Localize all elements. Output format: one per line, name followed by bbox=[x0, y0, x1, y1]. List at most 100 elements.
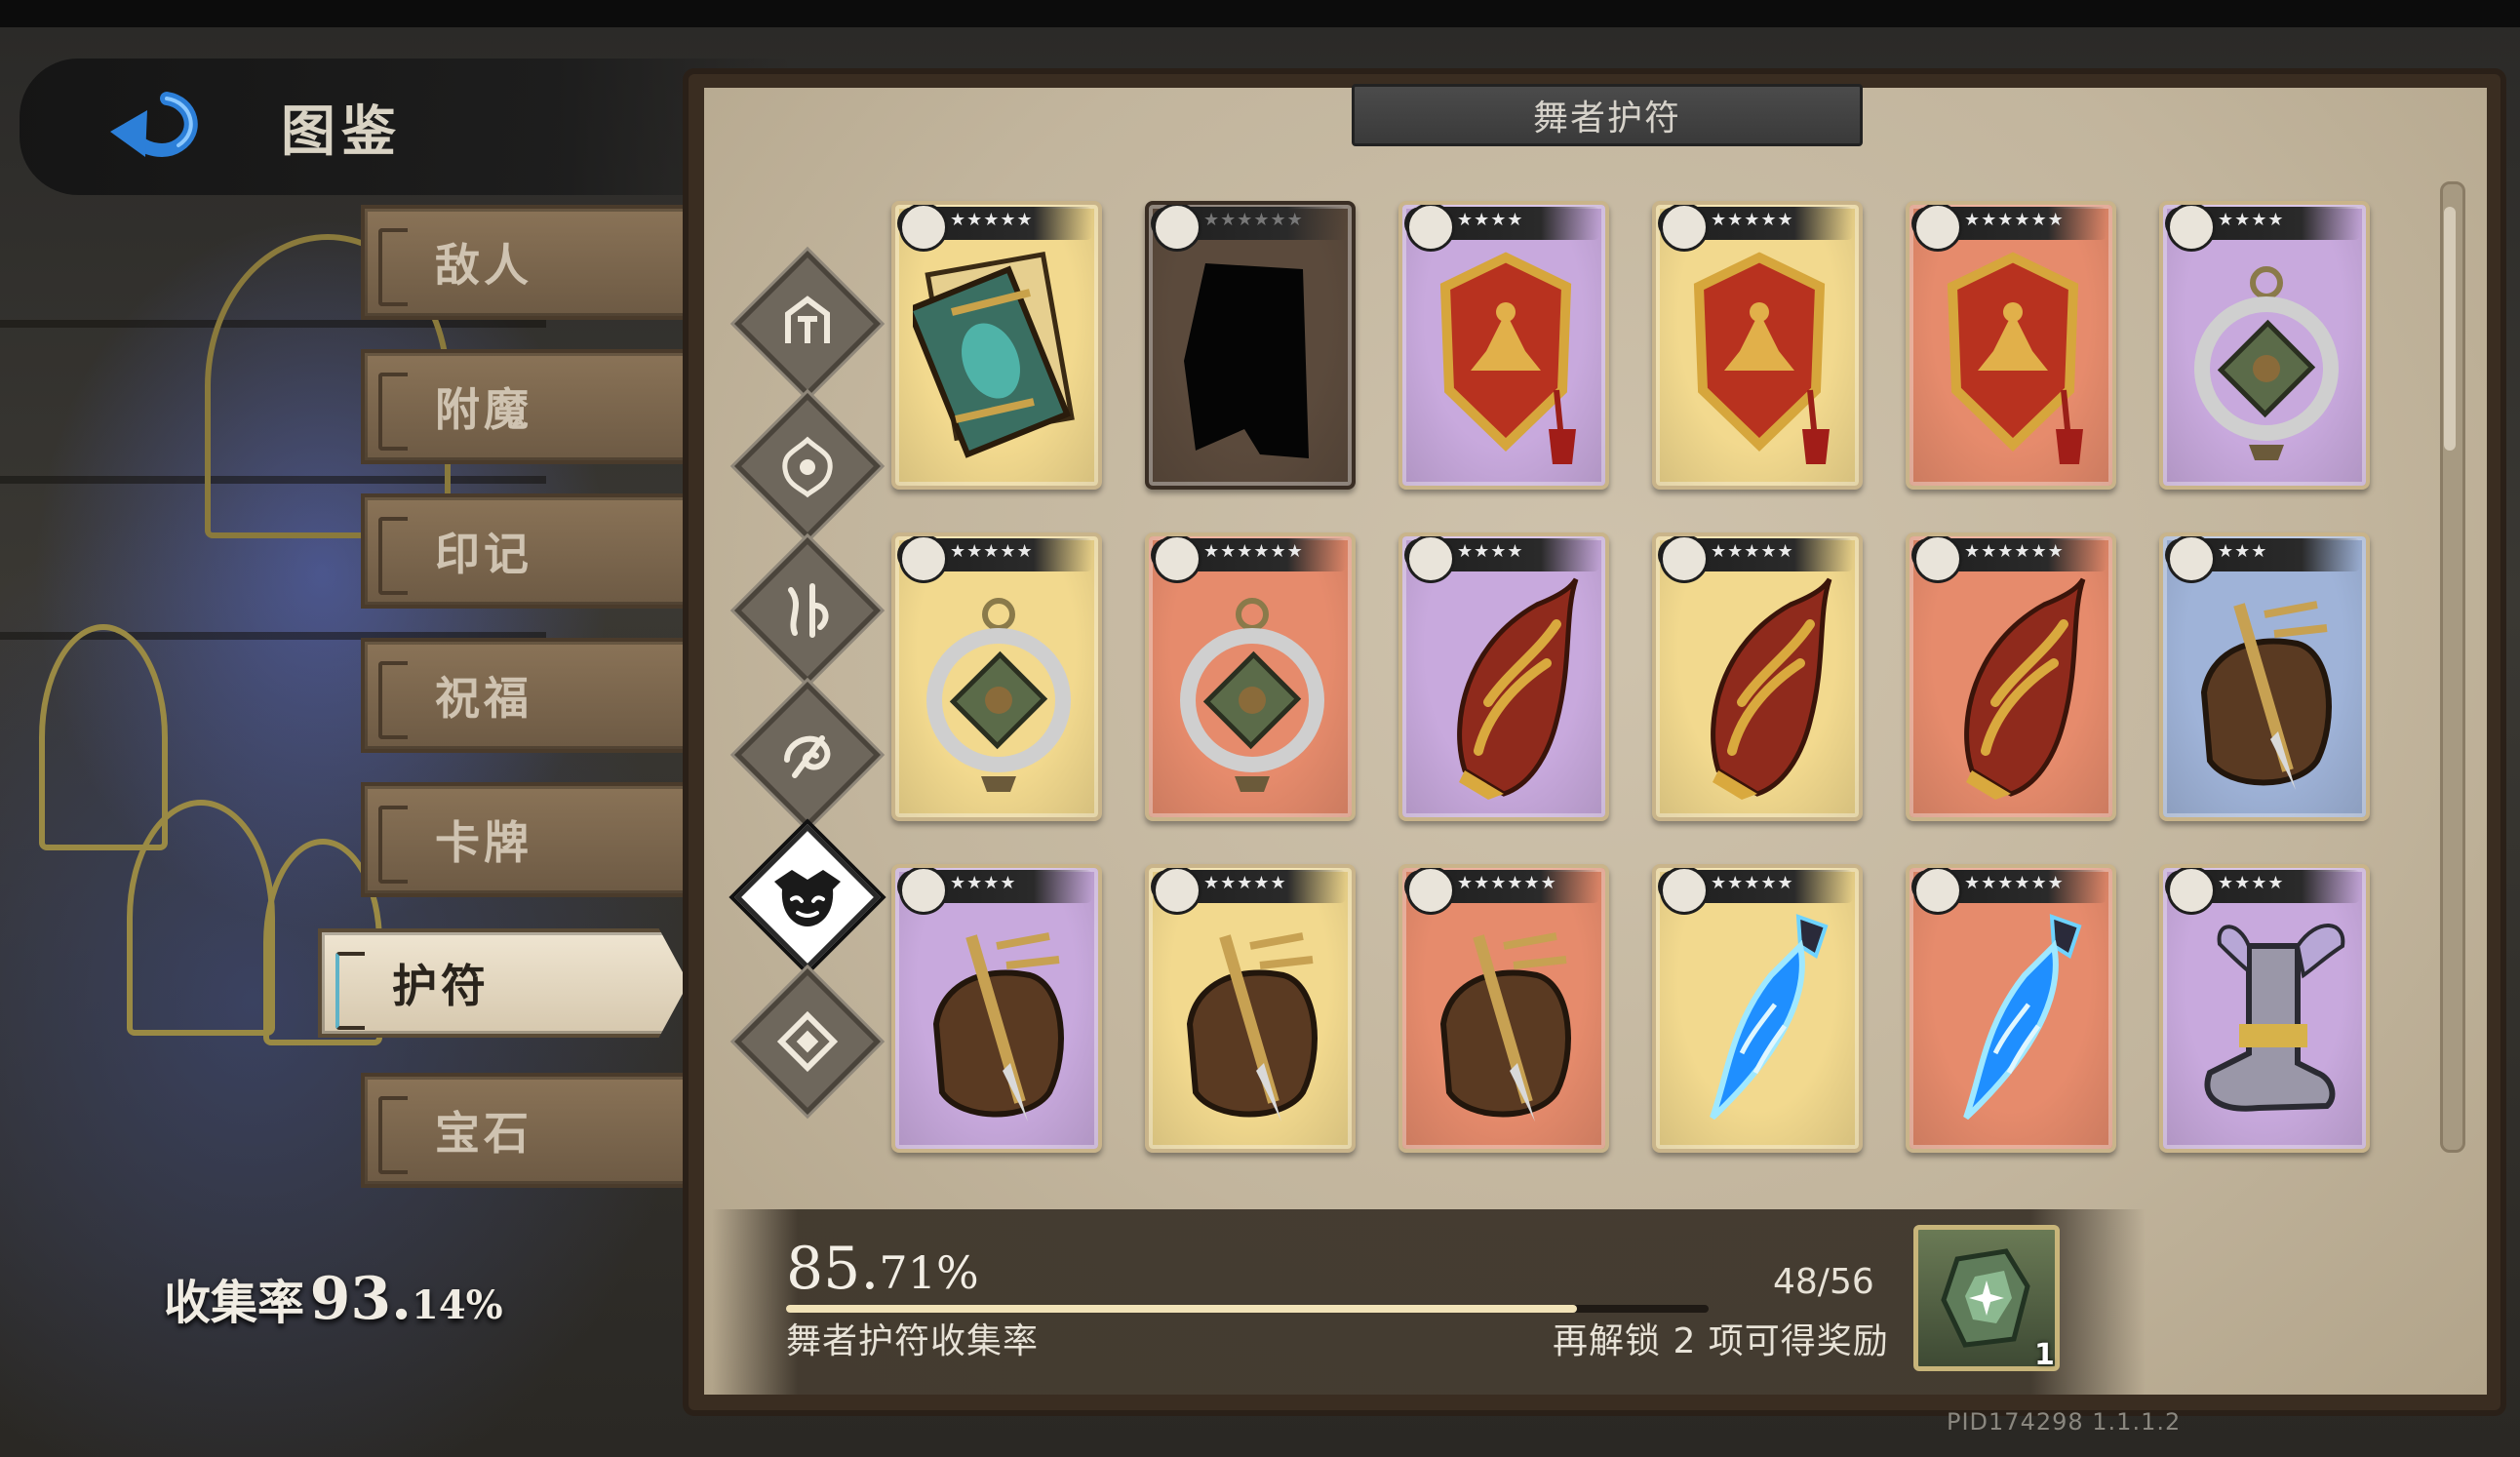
category-jester[interactable] bbox=[734, 824, 881, 970]
birdcage-decoration bbox=[127, 800, 275, 1036]
reward-hint: 再解锁 2 项可得奖励 bbox=[1553, 1321, 1889, 1361]
rarity-stars: ★★★★★★ bbox=[1457, 873, 1557, 893]
jade-ring-amulet-icon bbox=[1166, 575, 1338, 806]
charm-card[interactable]: ★★★★★★ bbox=[1145, 532, 1356, 821]
tab-gems[interactable]: 宝石 bbox=[361, 1073, 692, 1188]
tab-notch bbox=[378, 661, 408, 739]
tab-cards[interactable]: 卡牌 bbox=[361, 782, 692, 897]
tab-label: 敌人 bbox=[435, 239, 532, 292]
progress-count: 48/56 bbox=[1773, 1262, 1874, 1302]
winged-boot-icon bbox=[2181, 907, 2352, 1137]
jade-ring-amulet-icon bbox=[913, 575, 1084, 806]
charm-card[interactable]: ★★★★★★ bbox=[1906, 201, 2116, 490]
build-info: PID174298 1.1.1.2 bbox=[1947, 1408, 2182, 1436]
progress-bar bbox=[786, 1305, 1709, 1313]
jade-ring-amulet-icon bbox=[2181, 244, 2352, 474]
rarity-stars: ★★★★★ bbox=[1711, 210, 1794, 230]
rarity-stars: ★★★★★★ bbox=[1964, 210, 2065, 230]
tab-blessings[interactable]: 祝福 bbox=[361, 638, 692, 753]
charm-card[interactable]: ★★★★ bbox=[1398, 532, 1609, 821]
charm-card[interactable]: ★★★★★ bbox=[891, 201, 1102, 490]
knot-emblem-icon bbox=[776, 1010, 839, 1073]
birdcage-decoration bbox=[39, 624, 168, 850]
back-button[interactable] bbox=[94, 76, 211, 174]
rarity-stars: ★★★★★★ bbox=[1203, 210, 1304, 230]
tab-notch bbox=[335, 952, 365, 1030]
charm-card[interactable]: ★★★★ bbox=[2159, 201, 2370, 490]
charm-card[interactable]: ★★★★★ bbox=[1652, 201, 1863, 490]
charm-card[interactable]: ★★★★★★ bbox=[1906, 532, 2116, 821]
page-title: 图鉴 bbox=[281, 99, 402, 164]
charm-card[interactable]: ★★★★ bbox=[1398, 201, 1609, 490]
charm-card[interactable]: ★★★★★ bbox=[891, 532, 1102, 821]
flame-bracer-icon bbox=[1673, 575, 1845, 806]
collection-label: 收集率 bbox=[164, 1276, 305, 1330]
rarity-stars: ★★★★★ bbox=[1711, 873, 1794, 893]
charm-card[interactable]: ★★★★★★ bbox=[1145, 201, 1356, 490]
tab-marks[interactable]: 印记 bbox=[361, 493, 692, 609]
tab-notch bbox=[378, 373, 408, 451]
charm-card[interactable]: ★★★★ bbox=[2159, 864, 2370, 1153]
red-shield-charm-icon bbox=[1927, 244, 2099, 474]
tab-label: 祝福 bbox=[435, 672, 532, 725]
tab-label: 护符 bbox=[392, 960, 490, 1012]
category-rune[interactable] bbox=[734, 537, 881, 684]
dagger-quiver-icon bbox=[2181, 575, 2352, 806]
tab-label: 印记 bbox=[435, 528, 532, 580]
charm-card[interactable]: ★★★★★ bbox=[1652, 532, 1863, 821]
rarity-stars: ★★★ bbox=[2218, 541, 2268, 562]
dagger-quiver-icon bbox=[1166, 907, 1338, 1137]
jester-mask-icon bbox=[774, 870, 841, 926]
rarity-stars: ★★★★ bbox=[950, 873, 1017, 893]
spellbook-icon bbox=[905, 244, 1084, 474]
charm-card[interactable]: ★★★★★★ bbox=[1906, 864, 2116, 1153]
percent-major: 85. bbox=[786, 1235, 880, 1303]
flame-bracer-icon bbox=[1420, 575, 1592, 806]
category-knot[interactable] bbox=[734, 968, 881, 1115]
tab-label: 附魔 bbox=[435, 383, 532, 436]
progress-label: 舞者护符收集率 bbox=[786, 1321, 1040, 1361]
rarity-stars: ★★★★★★ bbox=[1203, 541, 1304, 562]
unknown-silhouette-icon bbox=[1166, 244, 1338, 474]
scrollbar-thumb[interactable] bbox=[2444, 207, 2456, 451]
charm-card[interactable]: ★★★★★ bbox=[1652, 864, 1863, 1153]
dagger-quiver-icon bbox=[913, 907, 1084, 1137]
dagger-quiver-icon bbox=[1420, 907, 1592, 1137]
tab-enchantments[interactable]: 附魔 bbox=[361, 349, 692, 464]
tab-enemies[interactable]: 敌人 bbox=[361, 205, 692, 320]
collection-value-minor: 14% bbox=[411, 1282, 503, 1328]
tab-charms[interactable]: 护符 bbox=[318, 928, 689, 1038]
rarity-stars: ★★★★★ bbox=[950, 541, 1034, 562]
category-swirl[interactable] bbox=[734, 682, 881, 828]
azure-blade-icon bbox=[1673, 907, 1845, 1137]
rarity-stars: ★★★★★ bbox=[1711, 541, 1794, 562]
charm-card[interactable]: ★★★★★★ bbox=[1398, 864, 1609, 1153]
collection-value-major: 93. bbox=[309, 1265, 412, 1333]
rarity-stars: ★★★★★★ bbox=[1964, 541, 2065, 562]
rarity-stars: ★★★★ bbox=[1457, 541, 1524, 562]
red-shield-charm-icon bbox=[1420, 244, 1592, 474]
rarity-stars: ★★★★★ bbox=[950, 210, 1034, 230]
swirl-glyph-icon bbox=[784, 735, 831, 778]
rarity-stars: ★★★★ bbox=[1457, 210, 1524, 230]
category-crest[interactable] bbox=[734, 393, 881, 539]
back-arrow-icon bbox=[110, 92, 198, 157]
red-shield-charm-icon bbox=[1673, 244, 1845, 474]
tab-label: 宝石 bbox=[435, 1107, 532, 1160]
rarity-stars: ★★★★ bbox=[2218, 873, 2285, 893]
azure-blade-icon bbox=[1927, 907, 2099, 1137]
total-collection-rate: 收集率 93.14% bbox=[164, 1264, 503, 1333]
charm-card[interactable]: ★★★★★ bbox=[1145, 864, 1356, 1153]
percent-minor: 71% bbox=[879, 1246, 979, 1299]
ornate-crest-icon bbox=[782, 436, 833, 498]
charm-card[interactable]: ★★★★ bbox=[891, 864, 1102, 1153]
rarity-stars: ★★★★★ bbox=[1203, 873, 1287, 893]
tab-notch bbox=[378, 517, 408, 595]
charm-card[interactable]: ★★★ bbox=[2159, 532, 2370, 821]
tab-notch bbox=[378, 228, 408, 306]
category-helm[interactable] bbox=[734, 251, 881, 397]
flame-bracer-icon bbox=[1927, 575, 2099, 806]
warrior-helm-icon bbox=[785, 295, 830, 343]
category-percent: 85.71% bbox=[786, 1235, 979, 1303]
tab-label: 卡牌 bbox=[435, 816, 532, 869]
